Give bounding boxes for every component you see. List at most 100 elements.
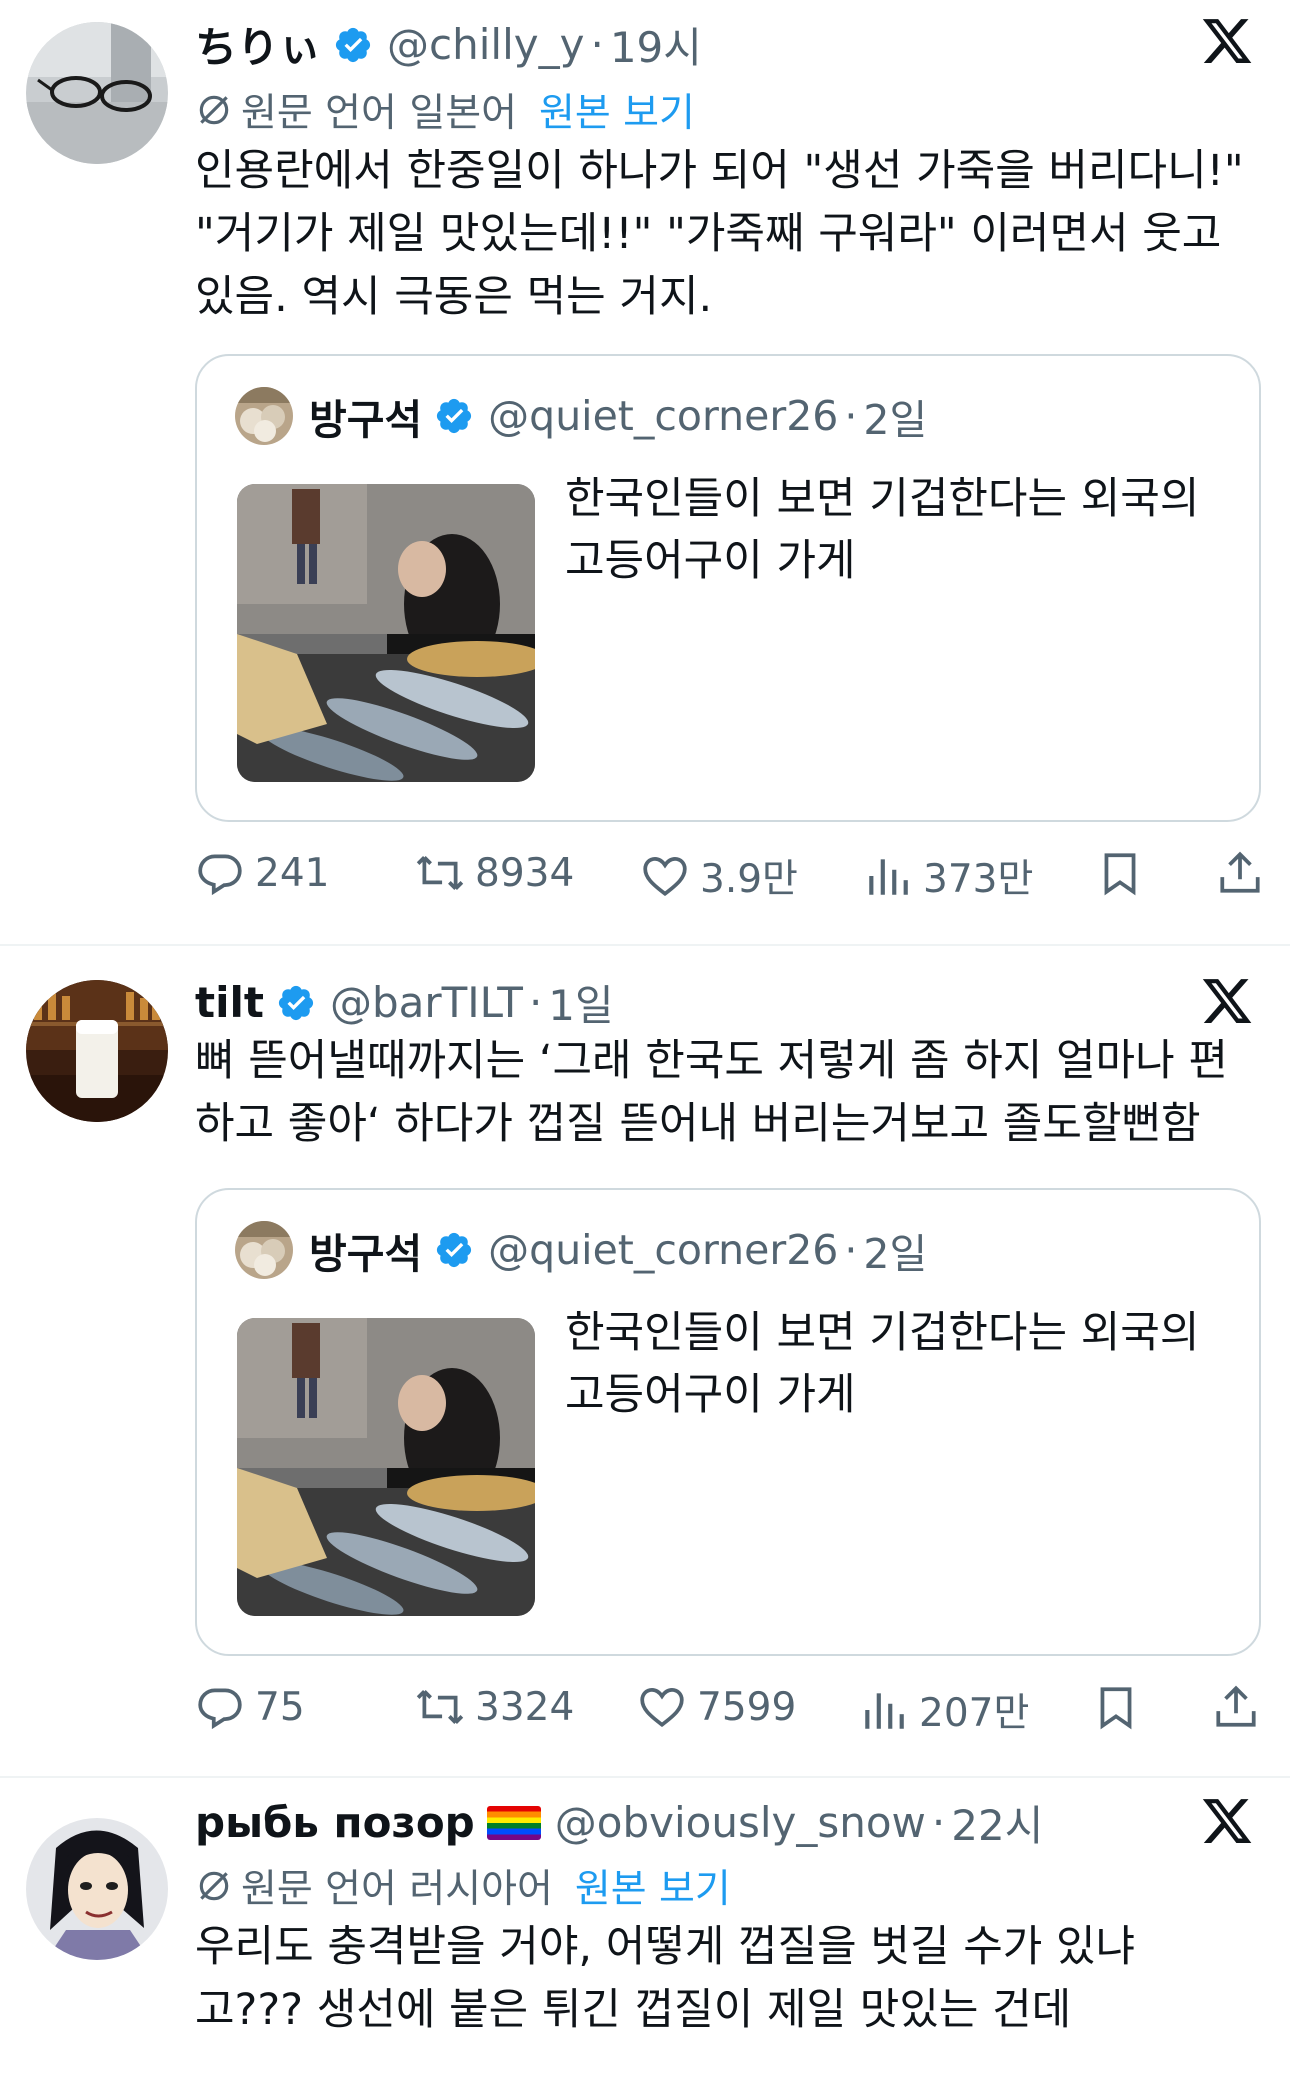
quote-tweet[interactable]: 방구석 @quiet_corner26 · 2일 한국인들이 보면 기겁한다는 …: [195, 354, 1261, 822]
views-icon: [869, 859, 908, 895]
separator: ·: [528, 978, 543, 1027]
tweet-text-line: 우리도 충격받을 거야, 어떻게 껍질을 벗길 수가 있냐: [195, 1922, 1136, 1972]
show-original-link[interactable]: 원본 보기: [575, 1858, 731, 1914]
quote-display-name: 방구석: [309, 396, 423, 444]
quote-header: 방구석 @quiet_corner26 · 2일: [235, 1220, 927, 1280]
user-handle[interactable]: @chilly_y: [387, 20, 584, 69]
views-icon: [865, 1693, 904, 1729]
avatar[interactable]: [26, 980, 168, 1122]
quote-text-line: 한국인들이 보면 기겁한다는 외국의: [565, 1308, 1200, 1358]
translation-label: 원문 언어 러시아어: [241, 1867, 553, 1912]
quote-text-line: 고등어구이 가게: [565, 1370, 856, 1420]
retweet-count: 8934: [475, 850, 575, 896]
retweet-icon: [416, 856, 464, 890]
quote-tweet[interactable]: 방구석 @quiet_corner26 · 2일 한국인들이 보면 기겁한다는 …: [195, 1188, 1261, 1656]
rainbow-flag-emoji: [486, 1805, 541, 1840]
tweet-text-line: 하고 좋아‘ 하다가 껍질 뜯어내 버리는거보고 졸도할뻔함: [195, 1099, 1201, 1149]
separator: ·: [844, 1226, 858, 1274]
reply-count: 75: [255, 1684, 305, 1730]
show-original-link[interactable]: 원본 보기: [539, 82, 695, 138]
like-count: 7599: [697, 1684, 797, 1730]
action-bar: 75 3324 7599 207만: [195, 1682, 1265, 1742]
quote-avatar: [235, 1221, 293, 1279]
bookmark-button[interactable]: [1091, 1682, 1141, 1732]
x-logo-icon: [1202, 1799, 1252, 1843]
tweet-3[interactable]: рыбь позор @obviously_snow · 22시 원문 언어 러…: [0, 1778, 1290, 2079]
display-name[interactable]: tilt: [195, 978, 264, 1027]
separator: ·: [590, 20, 604, 69]
views-count: 373만: [923, 857, 1034, 902]
tweet-text-line: 뼈 뜯어낼때까지는 ‘그래 한국도 저렇게 좀 하지 얼마나 편: [195, 1036, 1228, 1086]
views-button[interactable]: 373만: [863, 848, 1033, 904]
like-button[interactable]: 7599: [637, 1682, 796, 1732]
timestamp[interactable]: 19시: [610, 14, 702, 75]
separator: ·: [844, 392, 858, 440]
quote-user-handle: @quiet_corner26: [488, 1226, 839, 1274]
tweet-header: tilt @barTILT · 1일: [195, 972, 614, 1033]
translation-notice: 원문 언어 러시아어 원본 보기: [195, 1858, 731, 1914]
quote-timestamp: 2일: [863, 396, 928, 444]
separator: ·: [931, 1798, 946, 1847]
reply-icon: [198, 854, 242, 896]
tweet-text: 인용란에서 한중일이 하나가 되어 "생선 가죽을 버리다니!" "거기가 제일…: [195, 140, 1265, 329]
verified-badge-icon: [437, 398, 472, 434]
quote-text-line: 고등어구이 가게: [565, 536, 856, 586]
tweet-2[interactable]: tilt @barTILT · 1일 뼈 뜯어낼때까지는 ‘그래 한국도 저렇게…: [0, 946, 1290, 1778]
avatar[interactable]: [26, 1818, 168, 1960]
retweet-button[interactable]: 8934: [415, 848, 574, 898]
like-button[interactable]: 3.9만: [640, 848, 798, 904]
tweet-text: 뼈 뜯어낼때까지는 ‘그래 한국도 저렇게 좀 하지 얼마나 편 하고 좋아‘ …: [195, 1030, 1265, 1156]
quote-timestamp: 2일: [863, 1230, 928, 1278]
user-handle[interactable]: @obviously_snow: [555, 1798, 926, 1847]
bookmark-button[interactable]: [1095, 848, 1145, 898]
display-name[interactable]: ちりぃ: [195, 14, 321, 75]
views-button[interactable]: 207만: [859, 1682, 1029, 1738]
quote-header: 방구석 @quiet_corner26 · 2일: [235, 386, 927, 446]
verified-badge-icon: [335, 27, 371, 62]
views-count: 207만: [919, 1691, 1030, 1736]
translation-notice: 원문 언어 일본어 원본 보기: [195, 82, 695, 138]
quote-avatar: [235, 387, 293, 445]
user-handle[interactable]: @barTILT: [330, 978, 523, 1027]
tweet-text-line: 고??? 생선에 붙은 튀긴 껍질이 제일 맛있는 건데: [195, 1985, 1072, 2035]
x-logo-icon: [1202, 19, 1252, 63]
action-bar: 241 8934 3.9만 373만: [195, 848, 1265, 908]
quote-text: 한국인들이 보면 기겁한다는 외국의 고등어구이 가게: [565, 1302, 1199, 1426]
reply-count: 241: [255, 850, 330, 896]
translate-globe-icon: [199, 1871, 229, 1901]
bookmark-icon: [1100, 1687, 1132, 1730]
share-icon: [1216, 1685, 1256, 1727]
quote-text-line: 한국인들이 보면 기겁한다는 외국의: [565, 474, 1200, 524]
quote-display-name: 방구석: [309, 1230, 423, 1278]
display-name[interactable]: рыбь позор: [195, 1798, 475, 1847]
x-logo-icon: [1202, 979, 1252, 1023]
bookmark-icon: [1104, 853, 1136, 896]
timestamp[interactable]: 1일: [548, 972, 613, 1033]
avatar[interactable]: [26, 22, 168, 164]
reply-button[interactable]: 241: [195, 848, 329, 898]
quote-text: 한국인들이 보면 기겁한다는 외국의 고등어구이 가게: [565, 468, 1199, 592]
verified-badge-icon: [437, 1232, 472, 1268]
quote-user-handle: @quiet_corner26: [488, 392, 839, 440]
like-icon: [643, 857, 687, 897]
retweet-icon: [416, 1690, 464, 1724]
tweet-1[interactable]: ちりぃ @chilly_y · 19시 원문 언어 일본어 원본 보기 인용란에…: [0, 0, 1290, 946]
translation-label: 원문 언어 일본어: [241, 91, 517, 136]
quote-media-thumbnail[interactable]: [237, 1318, 535, 1616]
like-icon: [640, 1688, 684, 1728]
reply-button[interactable]: 75: [195, 1682, 305, 1732]
retweet-button[interactable]: 3324: [415, 1682, 574, 1732]
quote-media-thumbnail[interactable]: [237, 484, 535, 782]
tweet-header: ちりぃ @chilly_y · 19시: [195, 14, 702, 75]
share-icon: [1220, 851, 1260, 893]
tweet-text: 우리도 충격받을 거야, 어떻게 껍질을 벗길 수가 있냐 고??? 생선에 붙…: [195, 1916, 1265, 2042]
tweet-text-line: 인용란에서 한중일이 하나가 되어 "생선 가죽을 버리다니!": [195, 146, 1244, 196]
timestamp[interactable]: 22시: [951, 1792, 1043, 1853]
share-button[interactable]: [1211, 1682, 1261, 1732]
share-button[interactable]: [1215, 848, 1265, 898]
translate-globe-icon: [199, 95, 229, 125]
verified-badge-icon: [278, 985, 314, 1020]
like-count: 3.9만: [700, 857, 798, 902]
retweet-count: 3324: [475, 1684, 575, 1730]
tweet-header: рыбь позор @obviously_snow · 22시: [195, 1792, 1043, 1853]
